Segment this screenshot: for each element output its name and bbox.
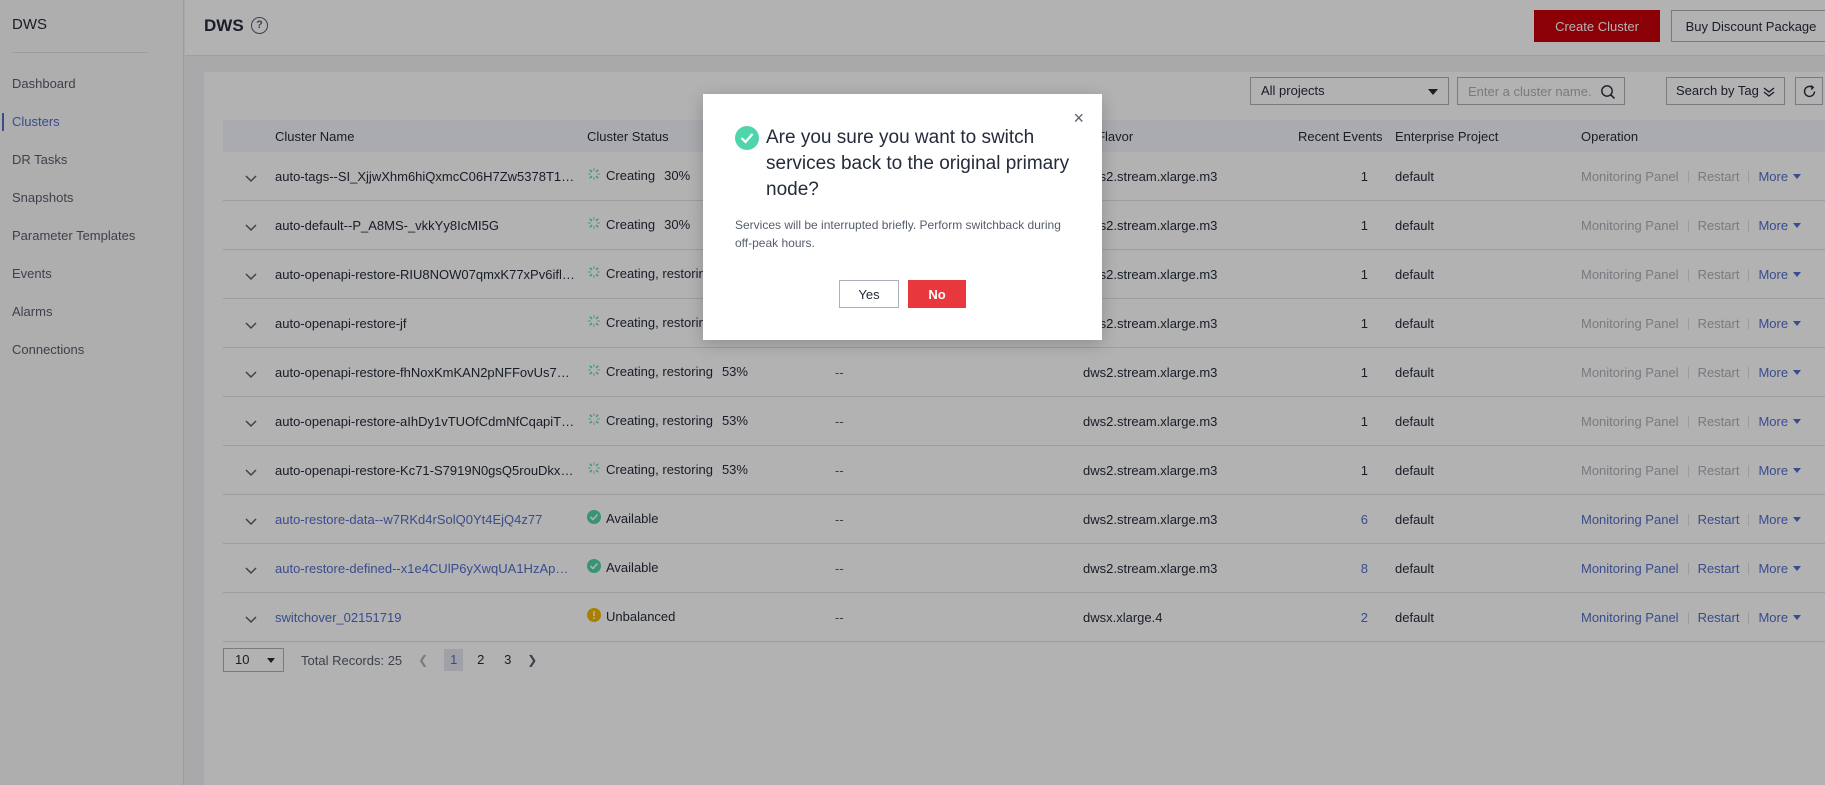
dialog-message: Services will be interrupted briefly. Pe… xyxy=(735,218,1061,250)
dialog-title: Are you sure you want to switch services… xyxy=(766,127,1070,200)
no-button[interactable]: No xyxy=(908,280,966,308)
yes-button[interactable]: Yes xyxy=(839,280,899,308)
success-check-icon xyxy=(735,126,759,150)
switchback-confirm-dialog: × Are you sure you want to switch servic… xyxy=(703,94,1102,340)
